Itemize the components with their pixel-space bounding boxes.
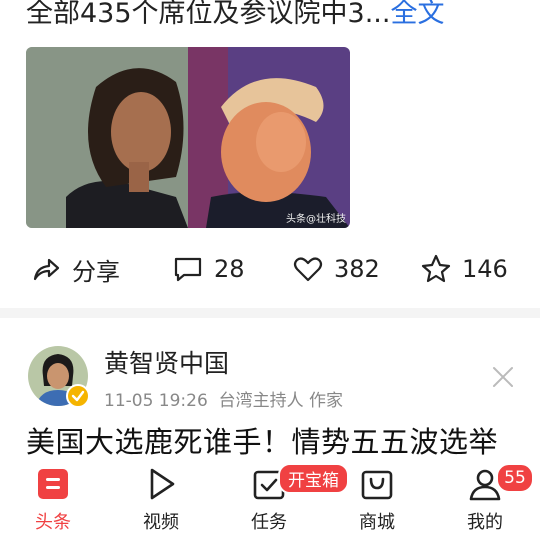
dismiss-close-icon[interactable] xyxy=(490,364,516,390)
tab-label: 头条 xyxy=(35,512,71,533)
heart-icon xyxy=(293,257,323,282)
read-more-link[interactable]: 全文 xyxy=(390,0,444,29)
bottom-tab-bar: 头条 视频 任务 商城 我的 xyxy=(0,458,540,540)
post-time: 11-05 19:26 xyxy=(104,391,208,411)
share-label: 分享 xyxy=(72,257,120,286)
feed-divider xyxy=(0,308,540,318)
tab-toutiao[interactable]: 头条 xyxy=(13,466,93,540)
favorite-button[interactable]: 146 xyxy=(420,246,508,292)
shop-bag-icon xyxy=(361,470,393,500)
tab-shop[interactable]: 商城 xyxy=(337,466,417,540)
post-text-content: 全部435个席位及参议院中3... xyxy=(26,0,391,29)
share-button[interactable]: 分享 xyxy=(30,246,120,292)
tab-label: 商城 xyxy=(359,512,395,533)
like-button[interactable]: 382 xyxy=(292,246,380,292)
comment-button[interactable]: 28 xyxy=(172,246,245,292)
comment-count: 28 xyxy=(214,255,245,283)
comment-icon xyxy=(174,257,202,282)
post-meta: 11-05 19:26 台湾主持人 作家 xyxy=(104,386,343,411)
toutiao-icon xyxy=(38,469,68,499)
author-description: 台湾主持人 作家 xyxy=(218,391,344,411)
post-text[interactable]: 全部435个席位及参议院中3...全文 xyxy=(26,0,444,34)
tab-label: 视频 xyxy=(143,512,179,533)
play-icon xyxy=(150,468,175,500)
author-name[interactable]: 黄智贤中国 xyxy=(104,344,229,380)
favorite-count: 146 xyxy=(462,255,508,283)
tab-video[interactable]: 视频 xyxy=(121,466,201,540)
verified-badge-icon xyxy=(66,384,90,408)
profile-notification-badge: 55 xyxy=(496,463,534,493)
star-icon xyxy=(421,254,451,283)
post-image[interactable]: 头条@壮科技 xyxy=(26,47,350,228)
share-icon xyxy=(33,258,60,281)
post-title[interactable]: 美国大选鹿死谁手！情势五五波选举 xyxy=(26,419,498,461)
tab-label: 任务 xyxy=(251,512,287,533)
post-actions-bar: 分享 28 382 146 xyxy=(0,246,540,292)
post-photo xyxy=(26,47,350,228)
image-watermark: 头条@壮科技 xyxy=(286,214,346,225)
like-count: 382 xyxy=(334,255,380,283)
treasure-box-badge[interactable]: 开宝箱 xyxy=(278,463,349,494)
tab-label: 我的 xyxy=(467,512,503,533)
